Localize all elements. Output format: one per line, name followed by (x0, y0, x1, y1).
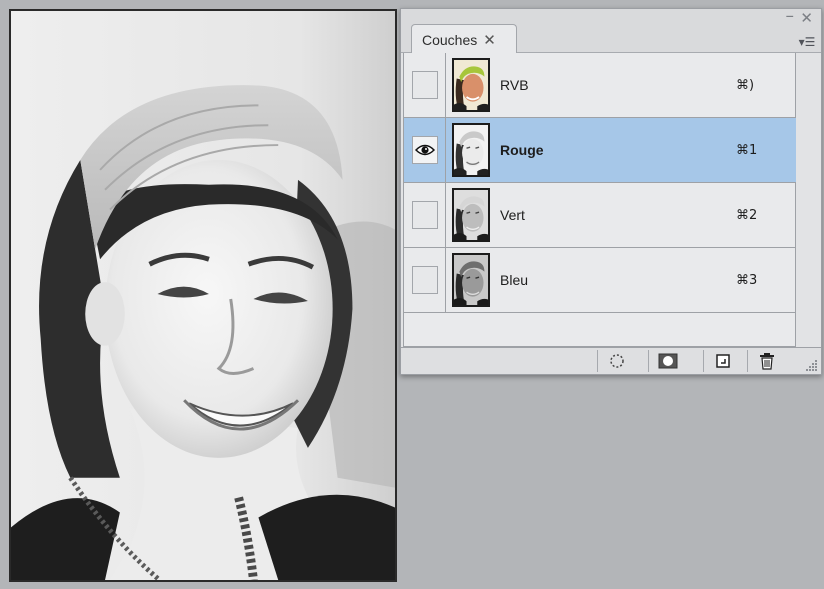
visibility-toggle[interactable] (411, 201, 438, 229)
delete-channel-button[interactable] (747, 350, 785, 372)
mask-icon (658, 353, 677, 369)
panel-menu-icon[interactable]: ▾☰ (795, 33, 819, 51)
channel-thumbnail (452, 123, 490, 177)
channel-shortcut: ⌘) (736, 77, 755, 93)
portrait-image (11, 11, 395, 580)
channel-thumbnail (452, 253, 490, 307)
dotted-circle-icon (609, 354, 624, 368)
channel-thumbnail (452, 188, 490, 242)
visibility-cell (404, 118, 446, 182)
visibility-cell (404, 183, 446, 247)
channel-shortcut: ⌘3 (736, 272, 758, 288)
channel-name: RVB (500, 77, 529, 93)
tab-couches[interactable]: Couches ✕ (411, 24, 517, 54)
channel-shortcut: ⌘1 (736, 142, 758, 158)
new-channel-button[interactable] (703, 350, 741, 372)
visibility-toggle[interactable] (411, 266, 438, 294)
trash-icon (759, 353, 774, 370)
save-selection-as-channel-button[interactable] (648, 350, 686, 372)
visibility-cell (404, 53, 446, 117)
new-page-icon (715, 354, 730, 368)
channel-list: RVB ⌘) Rouge ⌘1 Vert ⌘2 Bleu ⌘3 (403, 53, 796, 347)
panel-footer (401, 347, 821, 374)
panel-header: – ✕ Couches ✕ ▾☰ (401, 8, 821, 54)
channel-row-rouge[interactable]: Rouge ⌘1 (404, 118, 796, 183)
image-canvas[interactable] (9, 9, 397, 582)
visibility-toggle[interactable] (411, 71, 438, 99)
tab-close-icon[interactable]: ✕ (483, 31, 496, 49)
eye-icon (414, 144, 435, 156)
channel-thumbnail (452, 58, 490, 112)
channel-shortcut: ⌘2 (736, 207, 758, 223)
tab-label: Couches (422, 31, 478, 48)
channel-name: Vert (500, 207, 525, 223)
minimize-icon[interactable]: – (786, 8, 795, 25)
channel-name: Bleu (500, 272, 529, 288)
visibility-cell (404, 248, 446, 312)
visibility-toggle[interactable] (411, 136, 438, 164)
close-panel-icon[interactable]: ✕ (800, 11, 813, 26)
channel-row-rvb[interactable]: RVB ⌘) (404, 53, 796, 118)
channels-panel: – ✕ Couches ✕ ▾☰ RVB ⌘) Rouge ⌘1 Vert ⌘2… (400, 8, 822, 375)
load-channel-as-selection-button[interactable] (597, 350, 635, 372)
channel-row-bleu[interactable]: Bleu ⌘3 (404, 248, 796, 313)
channel-name: Rouge (500, 142, 544, 158)
channel-row-vert[interactable]: Vert ⌘2 (404, 183, 796, 248)
resize-grip-icon[interactable] (806, 359, 818, 371)
